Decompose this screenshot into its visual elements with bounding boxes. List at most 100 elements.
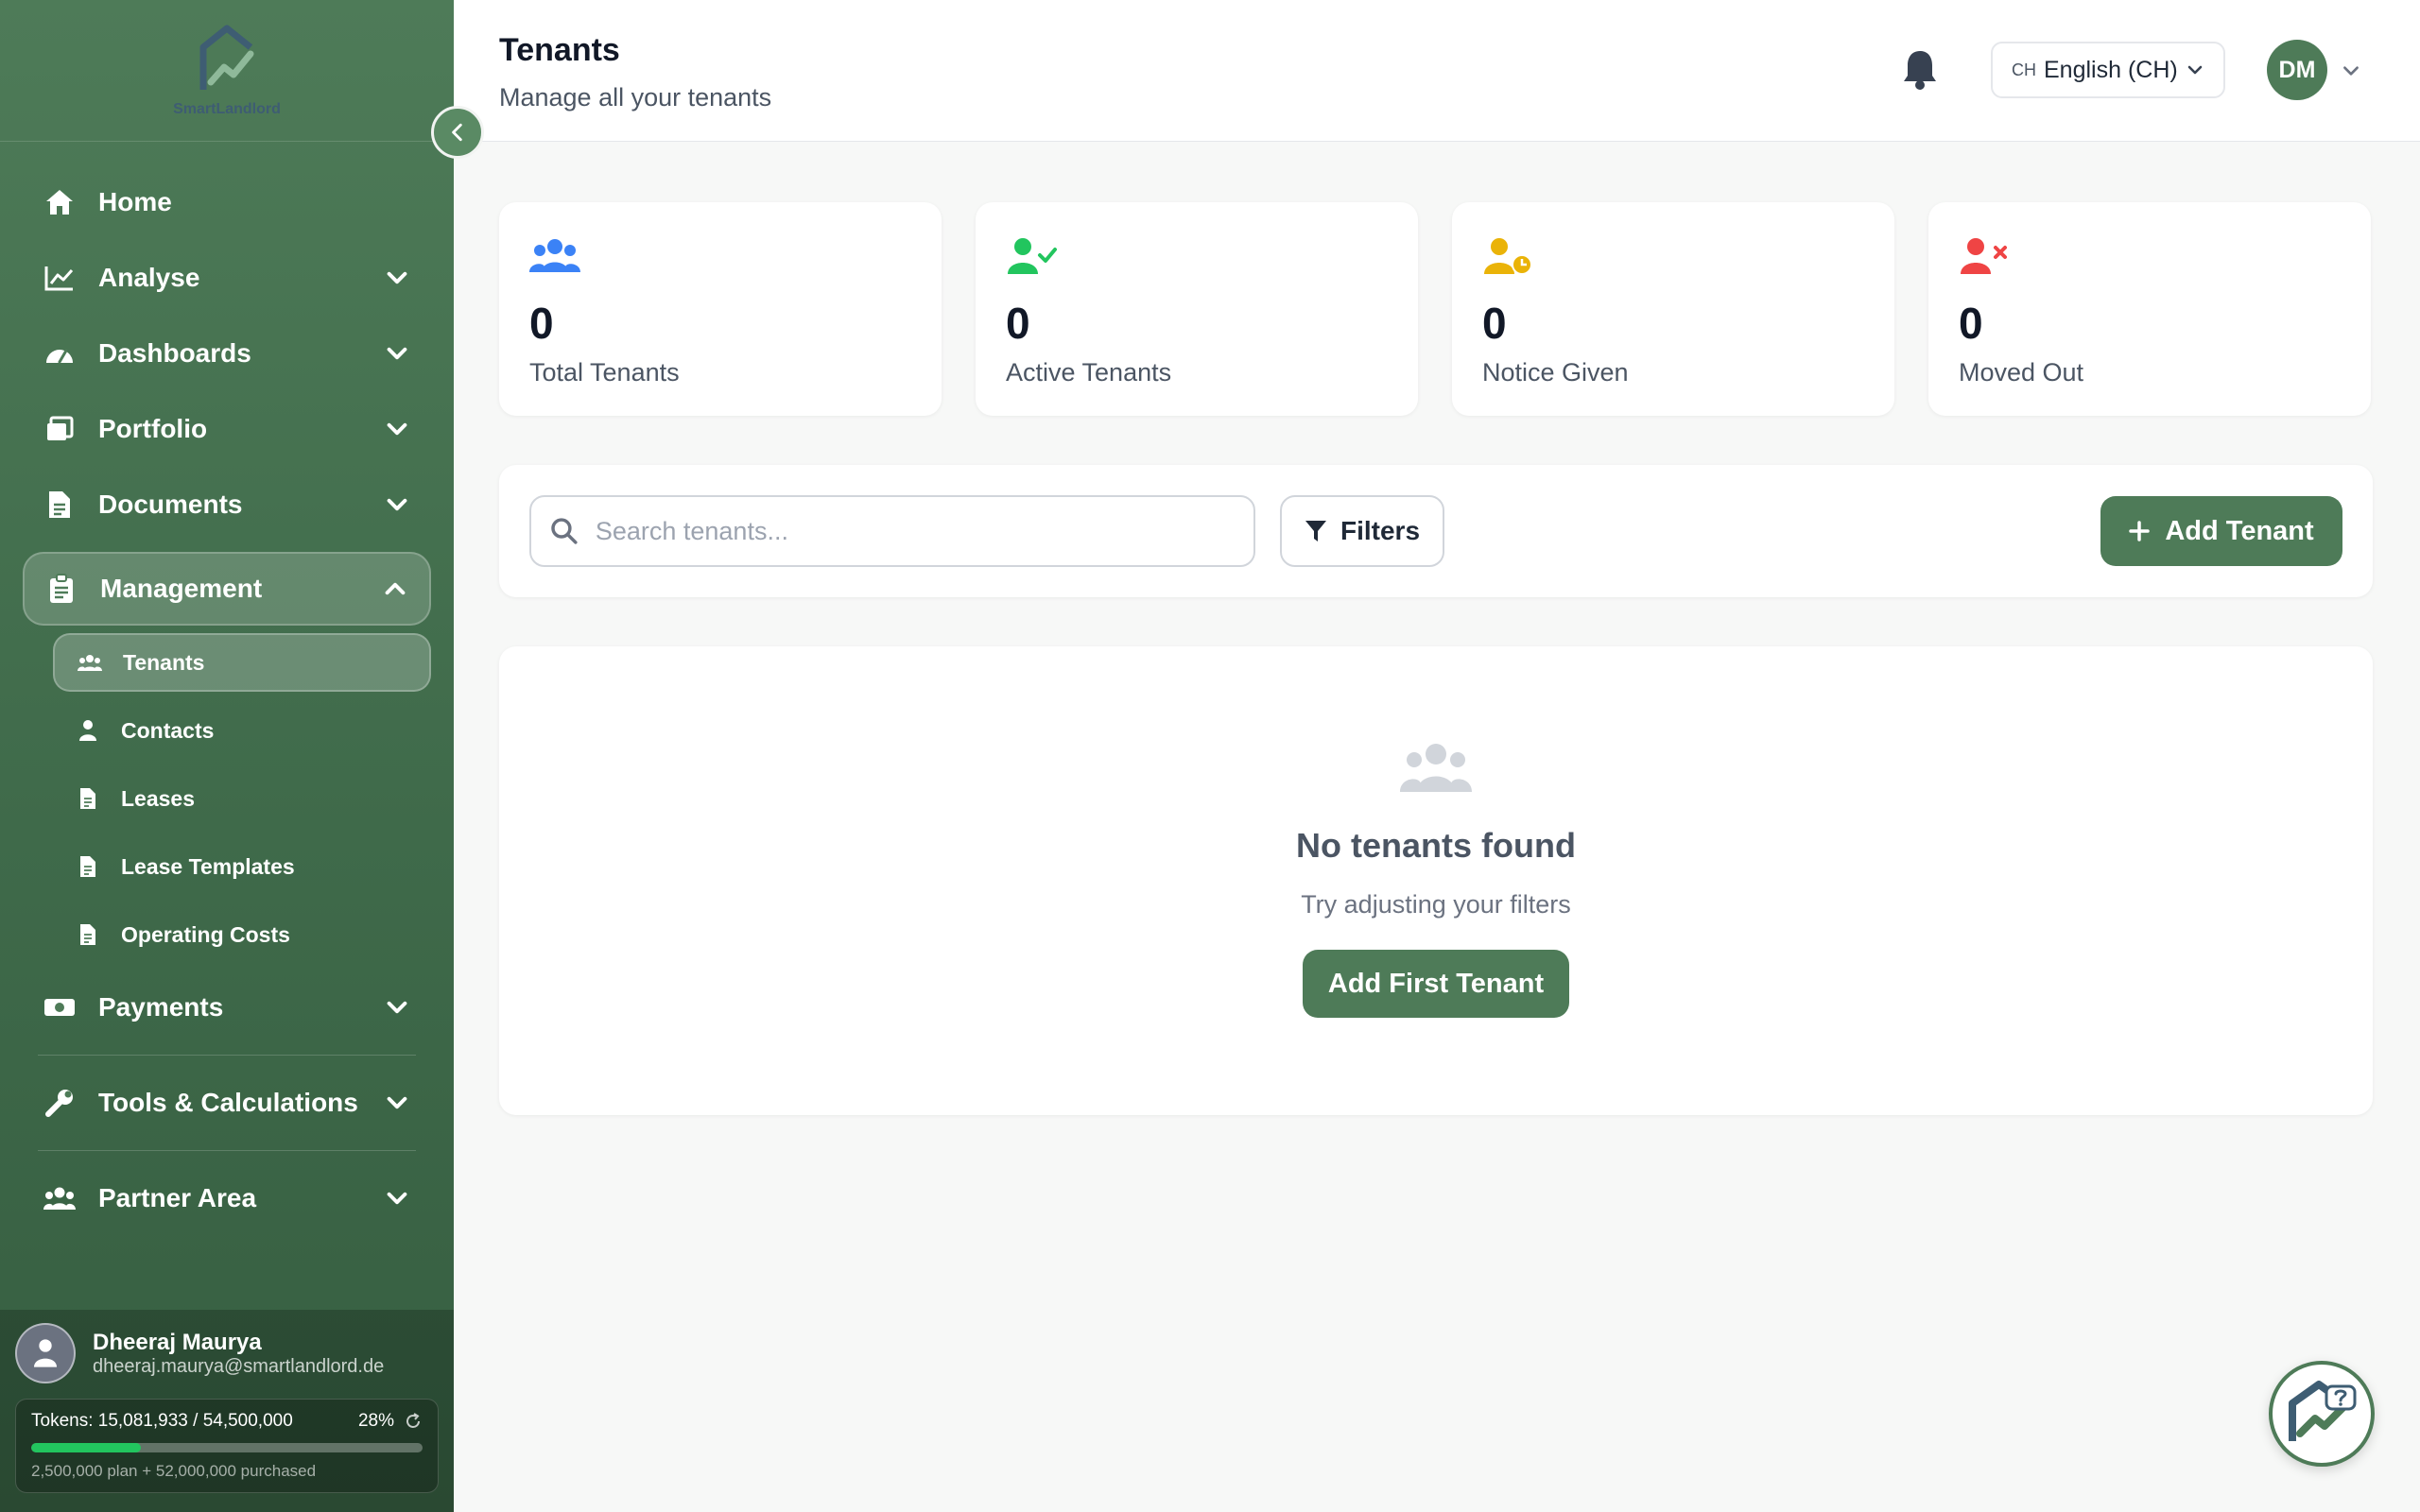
stat-label: Active Tenants	[1006, 358, 1172, 387]
sidebar-item-portfolio[interactable]: Portfolio	[23, 395, 431, 463]
sidebar-item-tenants[interactable]: Tenants	[53, 633, 431, 692]
sidebar-item-label: Analyse	[98, 263, 200, 292]
sidebar-item-analyse[interactable]: Analyse	[23, 244, 431, 312]
chevron-down-icon	[387, 1001, 407, 1014]
sidebar-item-leases[interactable]: Leases	[53, 769, 431, 828]
bell-icon[interactable]	[1900, 47, 1940, 91]
stat-card-total-tenants: 0 Total Tenants	[499, 202, 942, 416]
sidebar-item-label: Operating Costs	[121, 921, 290, 947]
sidebar-item-partner-area[interactable]: Partner Area	[23, 1164, 431, 1232]
assistant-logo-icon	[2289, 1381, 2357, 1441]
chevron-down-icon	[387, 347, 407, 360]
sidebar-item-lease-templates[interactable]: Lease Templates	[53, 837, 431, 896]
document-icon	[43, 489, 76, 521]
stat-value: 0	[529, 299, 554, 348]
sidebar-item-label: Partner Area	[98, 1183, 257, 1212]
empty-state-title: No tenants found	[1296, 826, 1576, 865]
refresh-icon[interactable]	[404, 1412, 423, 1431]
users-icon	[1400, 744, 1472, 792]
sidebar-item-tools[interactable]: Tools & Calculations	[23, 1069, 431, 1137]
empty-state: No tenants found Try adjusting your filt…	[499, 646, 2373, 1115]
filter-icon	[1305, 521, 1326, 541]
search-input[interactable]	[595, 516, 1235, 546]
sidebar-item-operating-costs[interactable]: Operating Costs	[53, 905, 431, 964]
language-code: CH	[2012, 60, 2036, 79]
user-avatar-button[interactable]: DM	[2267, 40, 2327, 100]
stat-card-moved-out: 0 Moved Out	[1928, 202, 2371, 416]
chevron-left-icon	[452, 123, 462, 142]
chevron-down-icon	[2187, 65, 2203, 75]
sidebar-item-label: Documents	[98, 490, 243, 519]
help-assistant-button[interactable]	[2269, 1361, 2375, 1467]
user-profile[interactable]: Dheeraj Maurya dheeraj.maurya@smartlandl…	[15, 1323, 439, 1383]
chevron-down-icon[interactable]	[2341, 60, 2361, 81]
language-selector[interactable]: CH English (CH)	[1991, 42, 2225, 98]
filters-label: Filters	[1340, 516, 1421, 545]
users-icon	[43, 1182, 76, 1214]
sidebar-item-home[interactable]: Home	[23, 168, 431, 236]
add-tenant-button[interactable]: Add Tenant	[2100, 496, 2342, 566]
chevron-down-icon	[387, 498, 407, 511]
stat-label: Notice Given	[1482, 358, 1629, 387]
money-icon	[43, 991, 76, 1023]
user-panel: Dheeraj Maurya dheeraj.maurya@smartlandl…	[0, 1310, 454, 1512]
file-icon	[76, 922, 100, 947]
chevron-down-icon	[387, 1096, 407, 1109]
page-title: Tenants	[499, 32, 620, 68]
sidebar-item-label: Portfolio	[98, 414, 208, 443]
stat-label: Total Tenants	[529, 358, 680, 387]
sidebar-item-contacts[interactable]: Contacts	[53, 701, 431, 760]
user-email: dheeraj.maurya@smartlandlord.de	[93, 1355, 385, 1377]
chevron-down-icon	[387, 422, 407, 436]
management-submenu: Tenants Contacts Leases Lease Templates …	[53, 633, 431, 964]
user-name: Dheeraj Maurya	[93, 1329, 262, 1355]
home-icon	[43, 186, 76, 218]
clipboard-icon	[45, 573, 78, 605]
sidebar-item-management[interactable]: Management	[23, 552, 431, 626]
user-icon	[34, 1339, 57, 1367]
user-icon	[76, 718, 100, 743]
sidebar-item-label: Tools & Calculations	[98, 1088, 358, 1117]
chevron-down-icon	[387, 271, 407, 284]
user-check-icon	[1008, 238, 1057, 274]
users-icon	[78, 650, 102, 675]
sidebar-item-documents[interactable]: Documents	[23, 471, 431, 539]
main-content: 0 Total Tenants 0 Active Tenants 0 Notic…	[499, 202, 2373, 1115]
sidebar-item-dashboards[interactable]: Dashboards	[23, 319, 431, 387]
collapse-sidebar-button[interactable]	[431, 106, 484, 159]
sidebar-item-payments[interactable]: Payments	[23, 973, 431, 1041]
sidebar-nav: Home Analyse Dashboards Portfolio Docume…	[0, 142, 454, 1232]
file-icon	[76, 854, 100, 879]
file-icon	[76, 786, 100, 811]
search-icon	[551, 518, 578, 544]
wrench-icon	[43, 1087, 76, 1119]
sidebar: SmartLandlord Home Analyse Dashboards Po…	[0, 0, 484, 1512]
logo-icon	[199, 25, 254, 90]
gauge-icon	[43, 337, 76, 369]
add-tenant-label: Add Tenant	[2165, 515, 2314, 546]
sidebar-item-label: Lease Templates	[121, 853, 295, 879]
sidebar-item-label: Home	[98, 187, 172, 216]
tenants-toolbar: Filters Add Tenant	[499, 465, 2373, 597]
user-x-icon	[1961, 238, 2007, 274]
empty-state-subtitle: Try adjusting your filters	[1301, 890, 1571, 919]
users-icon	[529, 239, 580, 272]
sidebar-divider	[38, 1150, 416, 1151]
logo-area: SmartLandlord	[0, 0, 484, 159]
token-progress-fill	[31, 1443, 141, 1452]
token-progress-bar	[31, 1443, 423, 1452]
filters-button[interactable]: Filters	[1280, 495, 1444, 567]
stat-value: 0	[1959, 299, 1983, 348]
sidebar-item-label: Tenants	[123, 649, 205, 675]
sidebar-divider	[38, 1055, 416, 1056]
avatar	[15, 1323, 76, 1383]
search-box	[529, 495, 1255, 567]
stat-value: 0	[1482, 299, 1507, 348]
stat-card-active-tenants: 0 Active Tenants	[976, 202, 1418, 416]
stats-row: 0 Total Tenants 0 Active Tenants 0 Notic…	[499, 202, 2373, 416]
language-label: English (CH)	[2044, 56, 2178, 83]
add-first-tenant-button[interactable]: Add First Tenant	[1303, 950, 1569, 1018]
sidebar-item-label: Leases	[121, 785, 196, 811]
plus-icon	[2129, 521, 2151, 541]
user-clock-icon	[1484, 238, 1532, 275]
